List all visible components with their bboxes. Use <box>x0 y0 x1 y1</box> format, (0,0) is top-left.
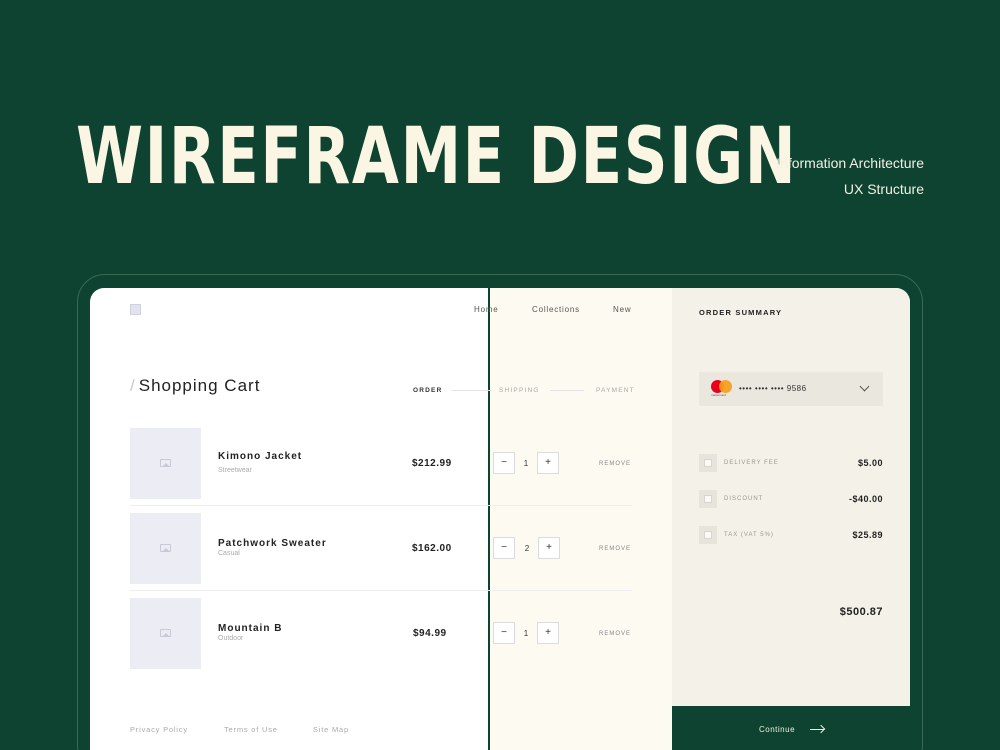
cart-item: Mountain B Outdoor $94.99 − 1 + REMOVE <box>130 598 632 670</box>
footer-sitemap-link[interactable]: Site Map <box>313 725 349 734</box>
logo-icon[interactable] <box>130 304 141 315</box>
arrow-right-icon <box>810 729 824 730</box>
qty-increase-button[interactable]: + <box>537 452 559 474</box>
nav-home[interactable]: Home <box>474 305 499 314</box>
page-title: / Shopping Cart <box>130 376 260 396</box>
hero-tag: Information Architecture <box>776 155 924 171</box>
discount-icon <box>699 490 717 508</box>
fee-row-delivery: DELIVERY FEE $5.00 <box>699 454 883 472</box>
step-shipping[interactable]: SHIPPING <box>499 387 540 394</box>
remove-link[interactable]: REMOVE <box>599 546 631 552</box>
remove-link[interactable]: REMOVE <box>599 631 631 637</box>
hero-tags: Information Architecture UX Structure <box>776 150 924 202</box>
order-total: $500.87 <box>839 606 883 618</box>
footer-privacy-link[interactable]: Privacy Policy <box>130 725 188 734</box>
image-placeholder-icon <box>160 459 171 467</box>
fee-value: -$40.00 <box>848 494 883 504</box>
qty-increase-button[interactable]: + <box>538 537 560 559</box>
product-category: Casual <box>218 550 240 557</box>
fee-value: $25.89 <box>852 530 883 540</box>
row-divider <box>130 505 632 506</box>
payment-card-select[interactable]: mastercard •••• •••• •••• 9586 <box>699 372 883 406</box>
delivery-icon <box>699 454 717 472</box>
nav-new[interactable]: New <box>613 305 631 314</box>
product-name[interactable]: Mountain B <box>218 623 282 634</box>
title-slash-icon: / <box>130 376 136 395</box>
hero-title: WIREFRAME DESIGN <box>76 112 798 202</box>
hero-tag: UX Structure <box>843 181 924 197</box>
fee-label: TAX (VAT 5%) <box>724 532 774 538</box>
product-price: $162.00 <box>412 543 452 554</box>
tax-icon <box>699 526 717 544</box>
nav-collections[interactable]: Collections <box>532 305 580 314</box>
step-order[interactable]: ORDER <box>413 387 442 394</box>
footer-terms-link[interactable]: Terms of Use <box>224 725 278 734</box>
cart-screen: Home Collections New / Shopping Cart ORDE… <box>90 288 910 750</box>
qty-value: 1 <box>523 629 529 638</box>
product-category: Streetwear <box>218 467 252 474</box>
qty-decrease-button[interactable]: − <box>493 537 515 559</box>
summary-title: ORDER SUMMARY <box>699 308 783 317</box>
fee-value: $5.00 <box>857 458 883 468</box>
product-name[interactable]: Patchwork Sweater <box>218 538 327 549</box>
card-number: •••• •••• •••• 9586 <box>739 384 807 393</box>
fee-row-tax: TAX (VAT 5%) $25.89 <box>699 526 883 544</box>
chevron-down-icon[interactable] <box>859 381 870 392</box>
step-payment[interactable]: PAYMENT <box>596 387 635 394</box>
qty-value: 2 <box>524 544 530 553</box>
row-divider <box>130 590 632 591</box>
continue-button[interactable]: Continue <box>672 706 910 750</box>
remove-link[interactable]: REMOVE <box>599 461 631 467</box>
step-connector <box>550 390 584 391</box>
image-placeholder-icon <box>160 629 171 637</box>
qty-decrease-button[interactable]: − <box>493 622 515 644</box>
image-placeholder-icon <box>160 544 171 552</box>
product-price: $94.99 <box>413 628 447 639</box>
qty-increase-button[interactable]: + <box>537 622 559 644</box>
cart-item: Patchwork Sweater Casual $162.00 − 2 + R… <box>130 513 632 585</box>
mastercard-icon: mastercard <box>711 380 737 397</box>
fee-label: DISCOUNT <box>724 496 764 502</box>
continue-label: Continue <box>759 725 796 734</box>
page-title-text: Shopping Cart <box>138 376 261 395</box>
fee-row-discount: DISCOUNT -$40.00 <box>699 490 883 508</box>
qty-value: 1 <box>523 459 529 468</box>
product-price: $212.99 <box>412 458 452 469</box>
product-thumbnail[interactable] <box>130 428 201 499</box>
qty-decrease-button[interactable]: − <box>493 452 515 474</box>
cart-item: Kimono Jacket Streetwear $212.99 − 1 + R… <box>130 428 632 500</box>
product-thumbnail[interactable] <box>130 598 201 669</box>
step-connector <box>452 390 492 391</box>
order-summary-panel: ORDER SUMMARY mastercard •••• •••• •••• … <box>672 288 910 750</box>
product-name[interactable]: Kimono Jacket <box>218 451 302 462</box>
product-category: Outdoor <box>218 635 244 642</box>
product-thumbnail[interactable] <box>130 513 201 584</box>
fee-label: DELIVERY FEE <box>724 460 779 466</box>
